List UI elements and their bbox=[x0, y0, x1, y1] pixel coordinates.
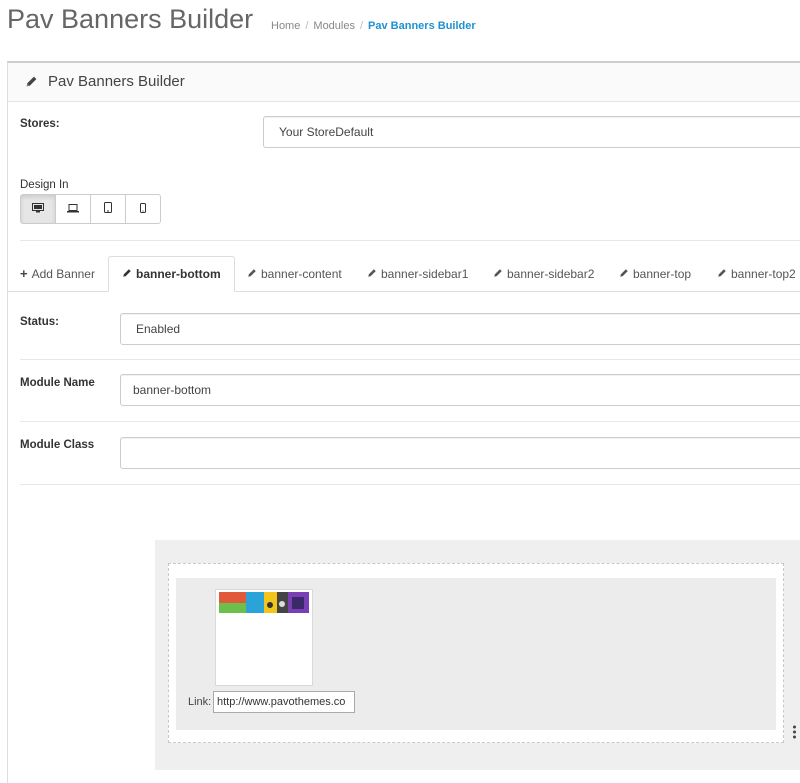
pencil-icon bbox=[717, 267, 727, 281]
panel-title: Pav Banners Builder bbox=[48, 73, 185, 90]
banner-thumbnail-image bbox=[219, 592, 309, 613]
pencil-icon bbox=[367, 267, 377, 281]
stores-label: Stores: bbox=[20, 118, 60, 130]
page-title: Pav Banners Builder bbox=[7, 4, 254, 34]
stores-select[interactable]: Your StoreDefault bbox=[263, 116, 800, 148]
breadcrumb-home[interactable]: Home bbox=[271, 20, 300, 32]
design-device-group bbox=[20, 194, 161, 224]
tab-banner-bottom[interactable]: banner-bottom bbox=[108, 256, 235, 292]
tab-banner-sidebar2[interactable]: banner-sidebar2 bbox=[493, 256, 594, 291]
link-input[interactable]: http://www.pavothemes.co bbox=[213, 691, 355, 713]
link-label: Link: bbox=[188, 696, 212, 708]
divider bbox=[20, 359, 800, 360]
status-select[interactable]: Enabled bbox=[120, 313, 800, 345]
desktop-icon bbox=[32, 202, 44, 216]
status-label: Status: bbox=[20, 316, 59, 328]
tab-label: banner-content bbox=[261, 266, 342, 281]
breadcrumb: Home / Modules / Pav Banners Builder bbox=[271, 20, 476, 32]
desktop-button[interactable] bbox=[20, 194, 56, 224]
tablet-button[interactable] bbox=[90, 194, 126, 224]
banner-thumbnail[interactable] bbox=[215, 589, 313, 686]
tab-label: banner-sidebar2 bbox=[507, 266, 595, 281]
tablet-icon bbox=[104, 202, 112, 216]
pencil-icon bbox=[25, 75, 38, 91]
breadcrumb-separator: / bbox=[305, 20, 309, 32]
tab-banner-sidebar1[interactable]: banner-sidebar1 bbox=[367, 256, 468, 291]
module-class-input[interactable] bbox=[120, 437, 800, 469]
tab-banner-top2[interactable]: banner-top2 bbox=[717, 256, 796, 291]
phone-button[interactable] bbox=[125, 194, 161, 224]
tab-banner-content[interactable]: banner-content bbox=[247, 256, 342, 291]
module-class-label: Module Class bbox=[20, 439, 95, 451]
module-name-input[interactable]: banner-bottom bbox=[120, 374, 800, 406]
tab-add-banner[interactable]: + Add Banner bbox=[20, 256, 95, 291]
breadcrumb-separator: / bbox=[359, 20, 364, 32]
breadcrumb-current: Pav Banners Builder bbox=[368, 20, 476, 32]
laptop-button[interactable] bbox=[55, 194, 91, 224]
pencil-icon bbox=[122, 267, 132, 281]
phone-icon bbox=[140, 202, 146, 216]
laptop-icon bbox=[67, 202, 79, 216]
divider bbox=[20, 421, 800, 422]
divider bbox=[20, 484, 800, 485]
drag-handle-icon[interactable] bbox=[792, 724, 797, 743]
tab-label: banner-top bbox=[633, 266, 692, 281]
tab-label: banner-top2 bbox=[731, 266, 796, 281]
tab-add-banner-label: Add Banner bbox=[31, 266, 95, 281]
tab-banner-top[interactable]: banner-top bbox=[619, 256, 691, 291]
pencil-icon bbox=[247, 267, 257, 281]
pencil-icon bbox=[493, 267, 503, 281]
divider bbox=[20, 240, 800, 241]
tab-label: banner-bottom bbox=[136, 267, 221, 281]
module-name-label: Module Name bbox=[20, 377, 95, 389]
design-in-label: Design In bbox=[20, 179, 69, 191]
breadcrumb-modules[interactable]: Modules bbox=[313, 20, 355, 32]
tab-label: banner-sidebar1 bbox=[381, 266, 469, 281]
plus-icon: + bbox=[20, 266, 28, 281]
pencil-icon bbox=[619, 267, 629, 281]
